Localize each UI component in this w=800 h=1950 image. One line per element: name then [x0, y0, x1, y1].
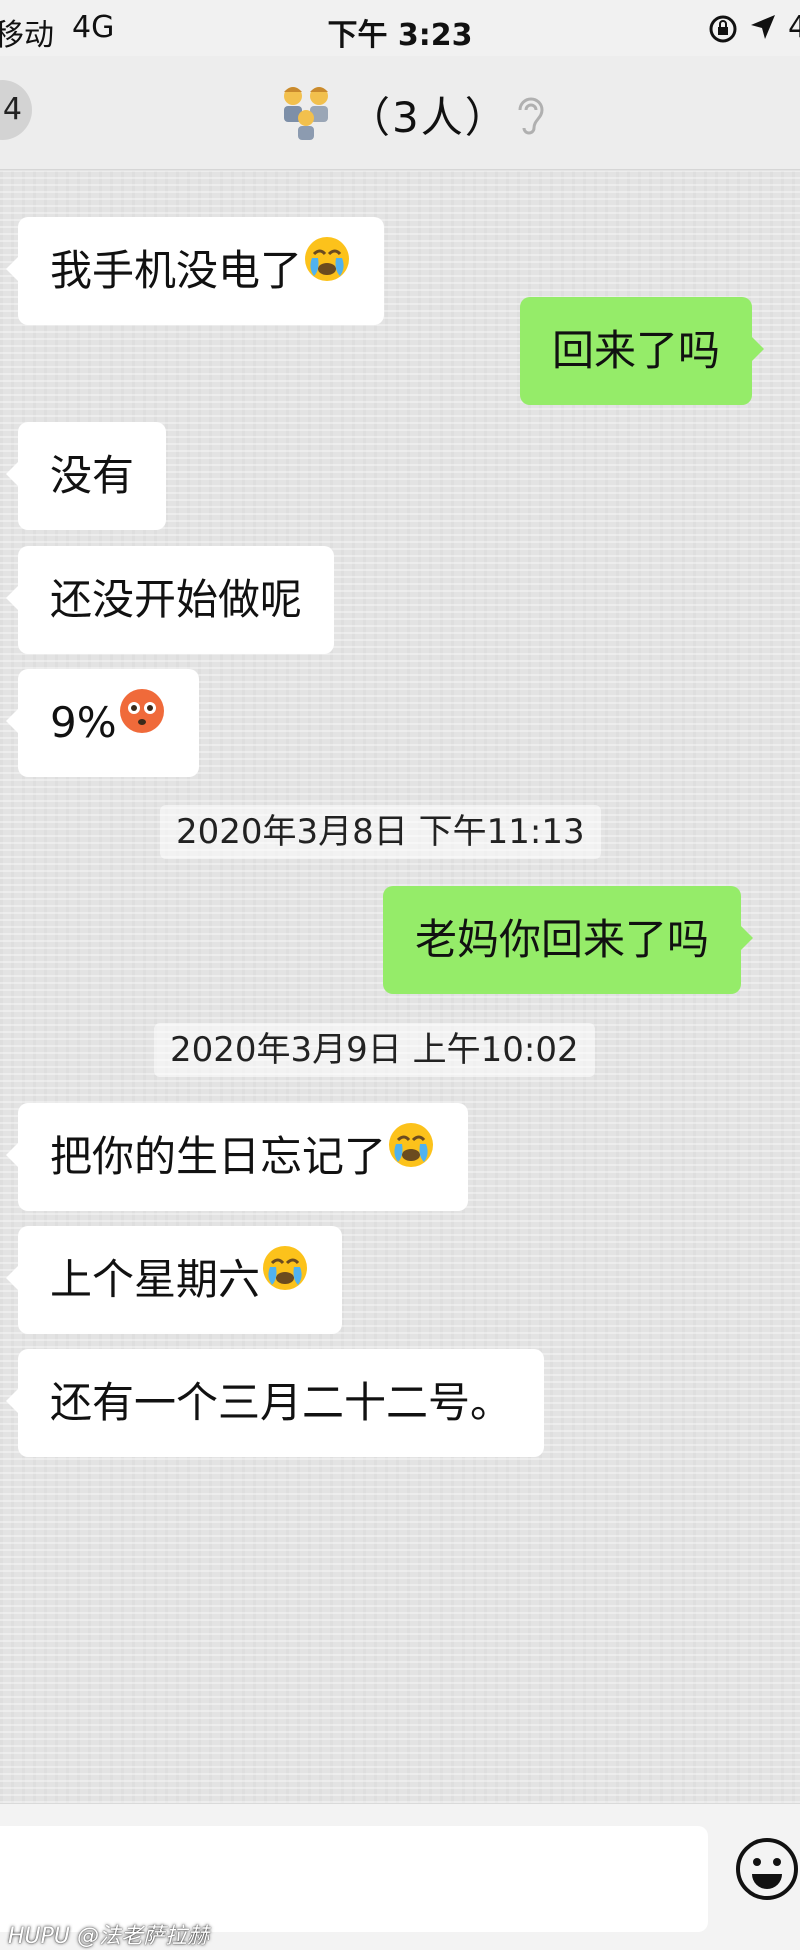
- crying-face-icon: [386, 1102, 436, 1210]
- status-time: 下午 3:23: [327, 18, 473, 53]
- timestamp: 2020年3月8日 下午11:13: [160, 805, 601, 859]
- flushed-face-icon: [117, 668, 167, 776]
- message-text: 上个星期六: [50, 1255, 261, 1304]
- back-unread-badge[interactable]: 4: [0, 80, 32, 140]
- crying-face-icon: [302, 216, 352, 324]
- message-text: 9%: [50, 698, 117, 747]
- chat-message-list[interactable]: 我手机没电了 回来了吗 没有 还没开始做呢 9% 2020年3月8日 下午11:…: [0, 171, 800, 1803]
- status-bar: 移动 4G 下午 3:23 4: [0, 0, 800, 56]
- battery-level: 4: [788, 10, 800, 45]
- message-text: 还有一个三月二十二号。: [50, 1378, 513, 1427]
- crying-face-icon: [260, 1225, 310, 1333]
- rotation-lock-icon: [708, 14, 738, 52]
- ear-icon: [514, 90, 546, 140]
- message-bubble[interactable]: 还有一个三月二十二号。: [5, 1349, 545, 1457]
- location-arrow-icon: [748, 12, 778, 50]
- message-text: 老妈你回来了吗: [415, 915, 710, 964]
- message-bubble[interactable]: 没有: [5, 422, 167, 530]
- message-bubble[interactable]: 把你的生日忘记了: [5, 1102, 469, 1211]
- family-icon: [276, 82, 336, 146]
- message-bubble[interactable]: 9%: [6, 668, 199, 777]
- message-text: 我手机没电了: [50, 246, 303, 295]
- input-bar: HUPU @法老萨拉赫: [0, 1803, 800, 1950]
- message-bubble[interactable]: 还没开始做呢: [5, 546, 335, 654]
- message-input[interactable]: [0, 1826, 708, 1932]
- watermark: HUPU @法老萨拉赫: [8, 1924, 210, 1949]
- message-text: 把你的生日忘记了: [50, 1132, 387, 1181]
- chat-title: （3人）: [348, 93, 509, 142]
- message-bubble[interactable]: 回来了吗: [520, 297, 765, 405]
- smiley-icon[interactable]: [734, 1836, 800, 1906]
- message-text: 没有: [50, 451, 135, 500]
- timestamp: 2020年3月9日 上午10:02: [154, 1023, 595, 1077]
- message-bubble[interactable]: 上个星期六: [5, 1225, 343, 1334]
- message-bubble[interactable]: 老妈你回来了吗: [383, 886, 754, 994]
- message-text: 还没开始做呢: [50, 575, 303, 624]
- chat-header: 4 （3人）: [0, 56, 800, 170]
- message-text: 回来了吗: [552, 326, 721, 375]
- message-bubble[interactable]: 我手机没电了: [5, 216, 385, 325]
